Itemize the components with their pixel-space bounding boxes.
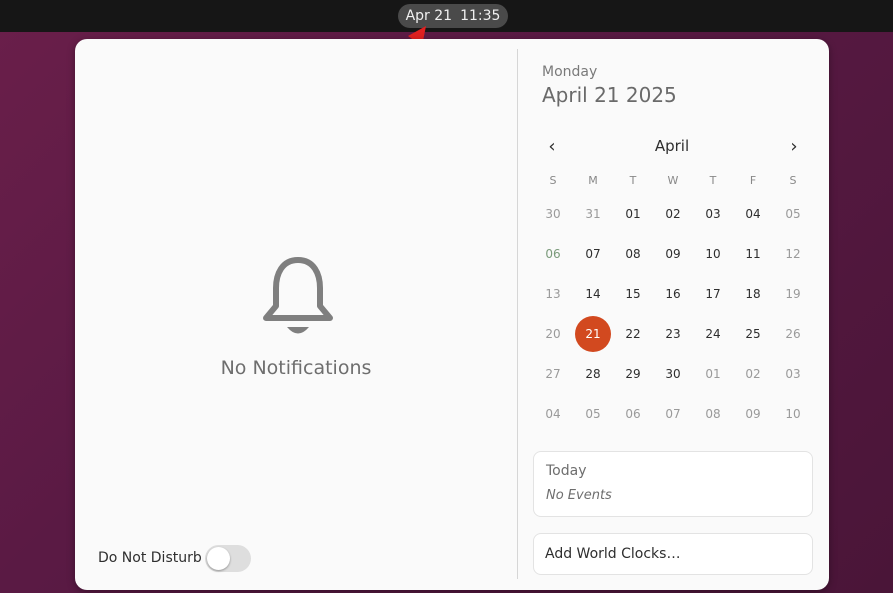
weekday-header: T xyxy=(629,173,637,187)
calendar-day[interactable]: 17 xyxy=(693,274,733,314)
calendar-day[interactable]: 09 xyxy=(733,394,773,434)
calendar-day[interactable]: 13 xyxy=(533,274,573,314)
notifications-area: No Notifications Do Not Disturb xyxy=(75,39,517,590)
calendar-day[interactable]: 05 xyxy=(773,194,813,234)
current-weekday: Monday xyxy=(542,64,598,80)
do-not-disturb-label: Do Not Disturb xyxy=(98,550,202,566)
calendar-week-row: 30 31 01 02 03 04 05 xyxy=(533,194,813,234)
no-events-label: No Events xyxy=(546,488,612,503)
events-section[interactable]: Today No Events xyxy=(533,451,813,517)
calendar-day[interactable]: 23 xyxy=(653,314,693,354)
calendar-month-label: April xyxy=(654,137,690,155)
calendar-week-row: 27 28 29 30 01 02 03 xyxy=(533,354,813,394)
calendar-week-row: 13 14 15 16 17 18 19 xyxy=(533,274,813,314)
calendar-day[interactable]: 25 xyxy=(733,314,773,354)
topbar-time: 11:35 xyxy=(460,8,501,24)
calendar-day[interactable]: 10 xyxy=(693,234,733,274)
toggle-knob xyxy=(207,547,230,570)
calendar-day[interactable]: 26 xyxy=(773,314,813,354)
weekday-header: T xyxy=(709,173,717,187)
no-notifications-label: No Notifications xyxy=(220,357,372,379)
calendar-day[interactable]: 04 xyxy=(533,394,573,434)
panel-divider xyxy=(517,49,518,579)
calendar-day[interactable]: 11 xyxy=(733,234,773,274)
add-world-clocks-label: Add World Clocks… xyxy=(545,546,681,562)
calendar-day[interactable]: 27 xyxy=(533,354,573,394)
calendar-day[interactable]: 15 xyxy=(613,274,653,314)
calendar-week-row: 20 21 22 23 24 25 26 xyxy=(533,314,813,354)
calendar-day-selected[interactable]: 21 xyxy=(573,314,613,354)
calendar-day[interactable]: 06 xyxy=(533,234,573,274)
next-month-button[interactable]: › xyxy=(782,134,806,158)
weekday-header: S xyxy=(789,173,797,187)
calendar-day[interactable]: 12 xyxy=(773,234,813,274)
calendar-day[interactable]: 06 xyxy=(613,394,653,434)
top-bar: Apr 21 11:35 xyxy=(0,0,893,32)
calendar-day[interactable]: 14 xyxy=(573,274,613,314)
events-title: Today xyxy=(546,463,587,479)
weekday-header: W xyxy=(667,173,679,187)
bell-icon xyxy=(263,257,333,334)
add-world-clocks-button[interactable]: Add World Clocks… xyxy=(533,533,813,575)
calendar-week-row: 06 07 08 09 10 11 12 xyxy=(533,234,813,274)
calendar-day[interactable]: 30 xyxy=(653,354,693,394)
weekday-header: F xyxy=(749,173,757,187)
previous-month-button[interactable]: ‹ xyxy=(540,134,564,158)
calendar-day[interactable]: 08 xyxy=(693,394,733,434)
calendar-day[interactable]: 03 xyxy=(693,194,733,234)
calendar-day[interactable]: 08 xyxy=(613,234,653,274)
calendar-day[interactable]: 22 xyxy=(613,314,653,354)
calendar-day[interactable]: 28 xyxy=(573,354,613,394)
calendar-day[interactable]: 20 xyxy=(533,314,573,354)
calendar-day[interactable]: 04 xyxy=(733,194,773,234)
current-full-date: April 21 2025 xyxy=(542,83,677,107)
do-not-disturb-toggle[interactable] xyxy=(205,545,251,572)
notification-calendar-panel: No Notifications Do Not Disturb Monday A… xyxy=(75,39,829,590)
calendar-day[interactable]: 31 xyxy=(573,194,613,234)
calendar-day[interactable]: 05 xyxy=(573,394,613,434)
calendar-day[interactable]: 07 xyxy=(653,394,693,434)
calendar-day[interactable]: 02 xyxy=(653,194,693,234)
weekday-header-row: S M T W T F S xyxy=(533,167,813,193)
calendar-day[interactable]: 24 xyxy=(693,314,733,354)
calendar-day[interactable]: 03 xyxy=(773,354,813,394)
weekday-header: S xyxy=(549,173,557,187)
calendar-day[interactable]: 09 xyxy=(653,234,693,274)
calendar-day[interactable]: 07 xyxy=(573,234,613,274)
calendar-day[interactable]: 02 xyxy=(733,354,773,394)
chevron-right-icon: › xyxy=(790,135,798,157)
calendar-day[interactable]: 10 xyxy=(773,394,813,434)
calendar-day[interactable]: 29 xyxy=(613,354,653,394)
calendar-day[interactable]: 16 xyxy=(653,274,693,314)
calendar-day[interactable]: 01 xyxy=(693,354,733,394)
weekday-header: M xyxy=(588,173,598,187)
calendar-day[interactable]: 19 xyxy=(773,274,813,314)
chevron-left-icon: ‹ xyxy=(548,135,556,157)
calendar-day[interactable]: 18 xyxy=(733,274,773,314)
calendar-week-row: 04 05 06 07 08 09 10 xyxy=(533,394,813,434)
calendar-day[interactable]: 30 xyxy=(533,194,573,234)
calendar-day[interactable]: 01 xyxy=(613,194,653,234)
